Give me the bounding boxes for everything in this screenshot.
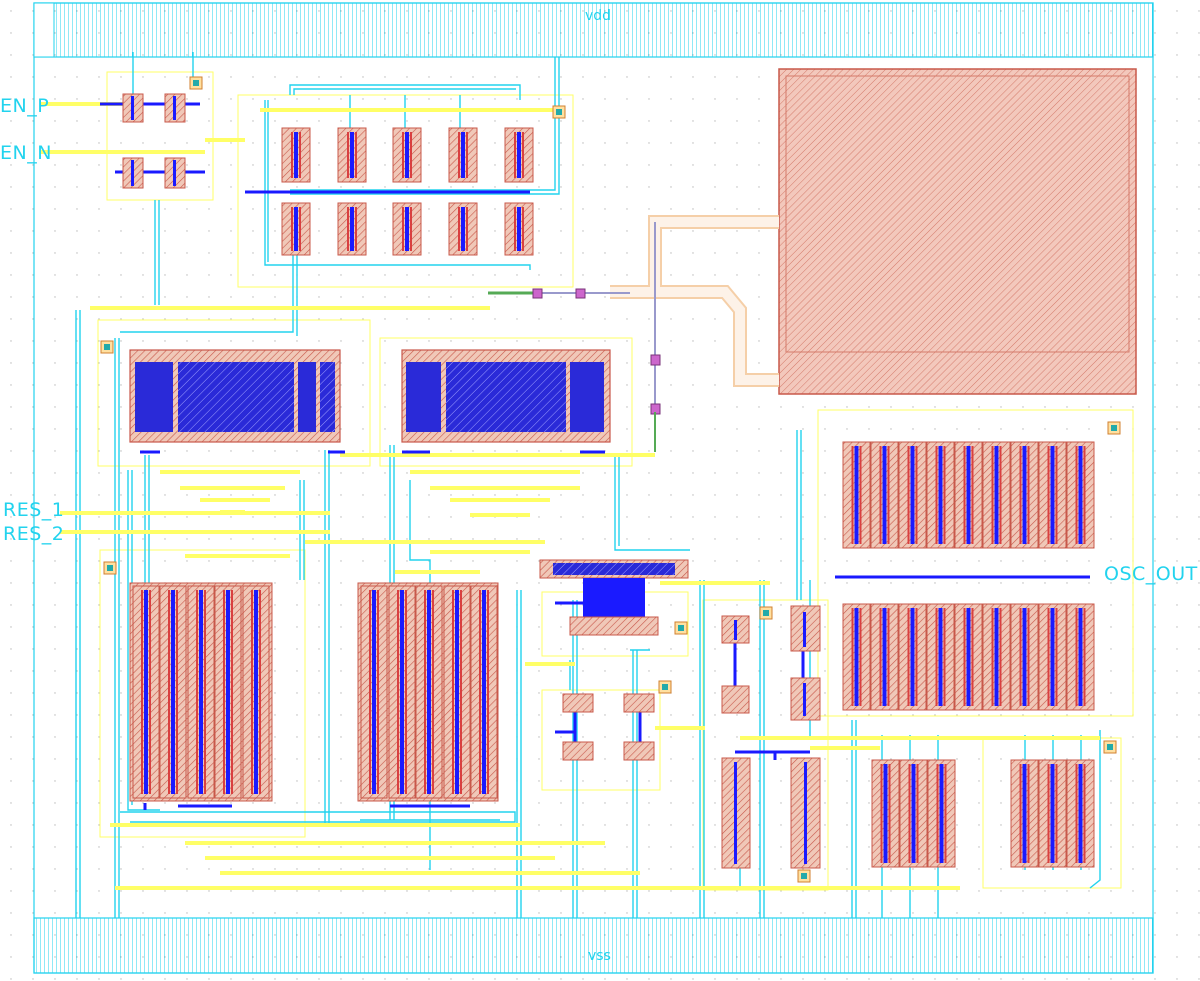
probe-via-top <box>650 354 661 366</box>
capacitor-bank-left <box>129 349 341 443</box>
pin-label-osc-out: OSC_OUT <box>1104 563 1198 585</box>
probe-via-right <box>575 288 586 299</box>
pin-label-res-2: RES_2 <box>3 523 65 545</box>
capacitor-bank-right <box>401 349 611 443</box>
pin-label-res-1: RES_1 <box>3 499 65 521</box>
output-stage-n <box>842 603 1095 711</box>
bond-pad <box>778 68 1137 395</box>
transistor-array-center <box>357 582 499 802</box>
pin-label-en-p: EN_P <box>0 95 50 117</box>
pin-label-en-n: EN_N <box>0 142 52 164</box>
vss-rail <box>33 917 1154 974</box>
output-stage-p <box>842 441 1095 549</box>
probe-via-left <box>532 288 543 299</box>
layout-canvas <box>0 0 1200 981</box>
transistor-array-left <box>129 582 273 802</box>
vss-rail-label: vss <box>588 948 611 964</box>
vdd-rail-label: vdd <box>585 8 612 24</box>
